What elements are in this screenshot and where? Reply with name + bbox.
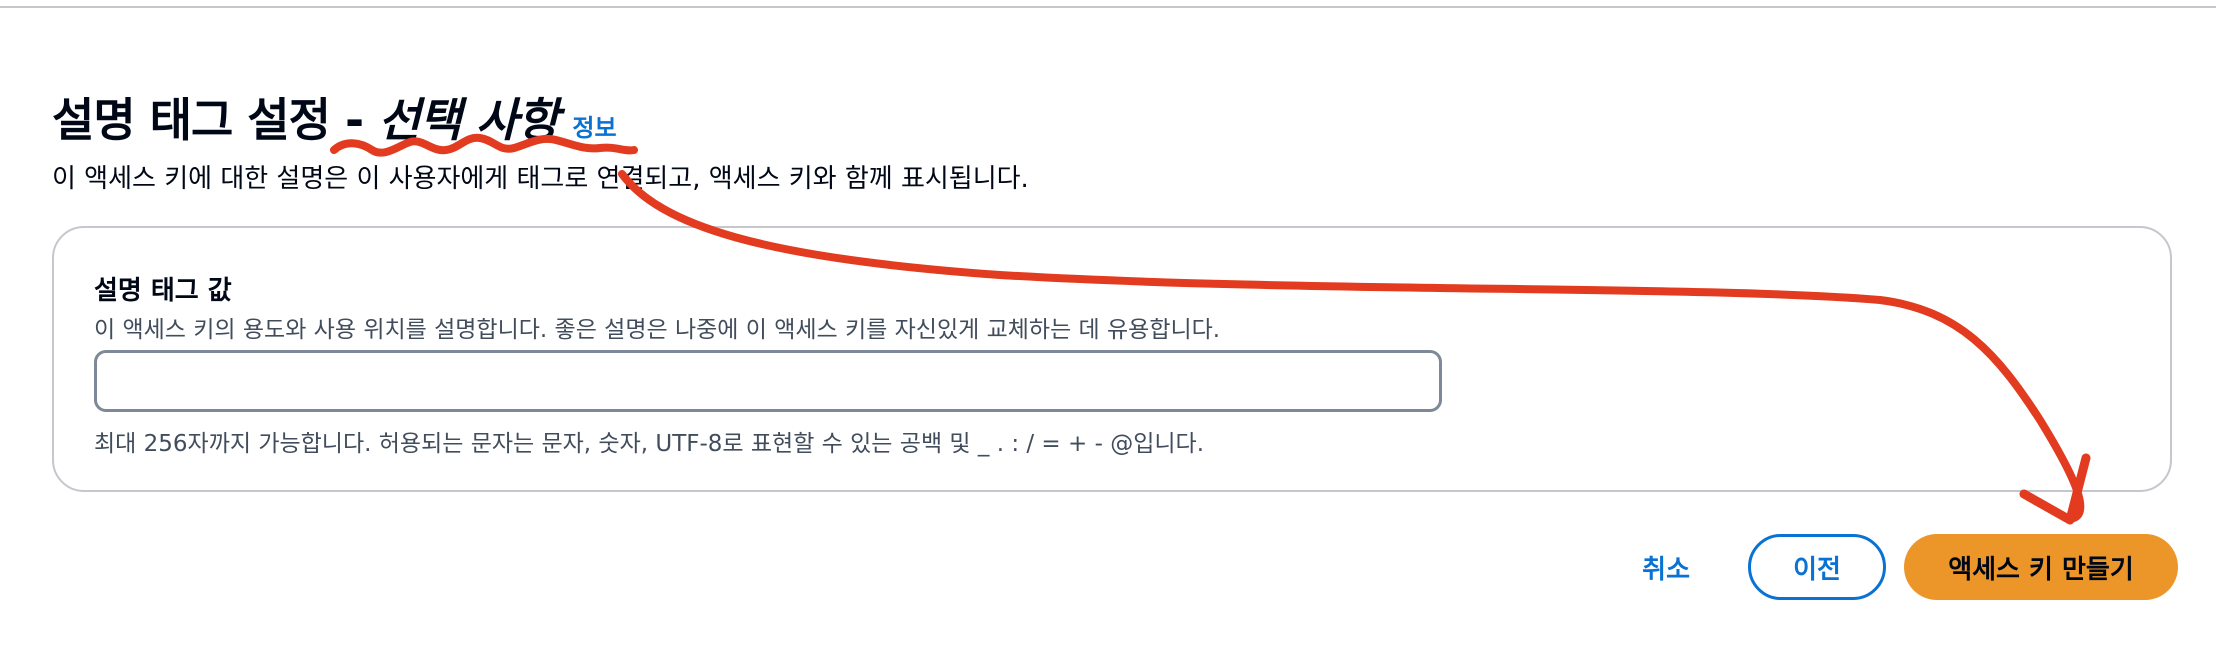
page-title: 설명 태그 설정 - 선택 사항 [52, 84, 559, 150]
page-title-optional: 선택 사항 [378, 93, 559, 147]
create-access-key-page: 설명 태그 설정 - 선택 사항 정보 이 액세스 키에 대한 설명은 이 사용… [0, 0, 2216, 652]
top-divider [0, 6, 2216, 8]
page-title-main: 설명 태그 설정 - [52, 93, 379, 147]
create-access-key-button[interactable]: 액세스 키 만들기 [1904, 534, 2178, 600]
cancel-button[interactable]: 취소 [1622, 549, 1710, 586]
info-link[interactable]: 정보 [572, 108, 616, 143]
section-header: 설명 태그 설정 - 선택 사항 정보 [52, 84, 617, 150]
description-tag-input[interactable] [94, 350, 1442, 412]
previous-button[interactable]: 이전 [1748, 534, 1886, 600]
section-description: 이 액세스 키에 대한 설명은 이 사용자에게 태그로 연결되고, 액세스 키와… [52, 164, 1029, 194]
field-description: 이 액세스 키의 용도와 사용 위치를 설명합니다. 좋은 설명은 나중에 이 … [94, 317, 1221, 343]
field-constraint-text: 최대 256자까지 가능합니다. 허용되는 문자는 문자, 숫자, UTF-8로… [94, 431, 1205, 457]
field-label: 설명 태그 값 [94, 276, 232, 306]
form-actions: 취소 이전 액세스 키 만들기 [1622, 534, 2178, 600]
description-tag-container: 설명 태그 값 이 액세스 키의 용도와 사용 위치를 설명합니다. 좋은 설명… [52, 226, 2172, 492]
